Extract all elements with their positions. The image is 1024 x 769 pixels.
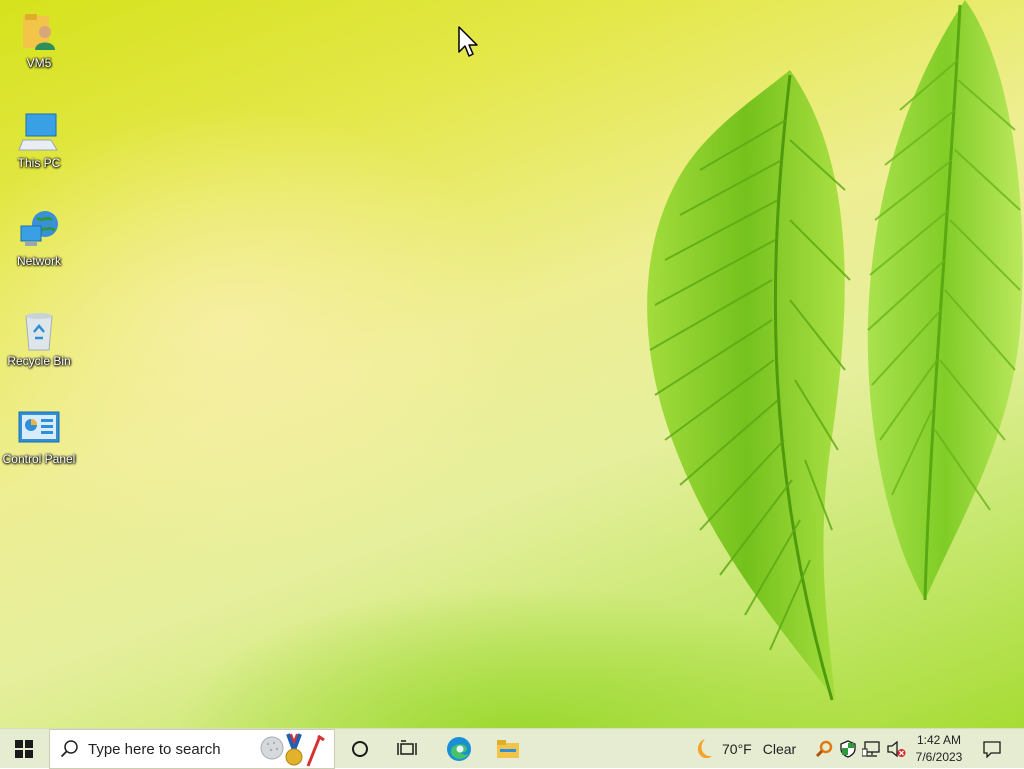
desktop-icon-control-panel[interactable]: Control Panel [0, 406, 78, 466]
taskbar-clock[interactable]: 1:42 AM 7/6/2023 [908, 732, 970, 766]
task-view-icon [397, 740, 417, 755]
leaf-wallpaper-art [647, 0, 1023, 701]
desktop-icon-label: Network [16, 254, 61, 268]
tray-volume[interactable] [884, 729, 908, 769]
taskbar: Type here to search 70°F Clear 1:42 AM 7… [0, 728, 1024, 769]
search-icon [60, 740, 78, 758]
clock-time: 1:42 AM [916, 733, 962, 747]
weather-condition: Clear [762, 741, 797, 757]
desktop-icon-label: Recycle Bin [7, 354, 71, 368]
desktop-icon-vm5[interactable]: VM5 [0, 10, 78, 70]
volume-muted-icon [887, 740, 906, 758]
moon-icon [697, 739, 712, 759]
recycle-bin-icon [25, 313, 53, 351]
file-explorer-icon [497, 740, 519, 758]
notification-icon [983, 741, 1001, 758]
search-tool-icon [815, 740, 833, 758]
computer-icon [18, 113, 58, 151]
windows-logo-icon [15, 740, 33, 758]
cortana-icon [352, 741, 368, 757]
tray-search-tool[interactable] [812, 729, 836, 769]
weather-temperature: 70°F [722, 741, 752, 757]
search-placeholder: Type here to search [88, 740, 221, 758]
file-explorer-taskbar-button[interactable] [489, 729, 527, 769]
mouse-pointer-icon [458, 26, 478, 57]
user-folder-icon [23, 14, 55, 50]
desktop-wallpaper: VM5 This PC Network Recycle Bin Control … [0, 0, 1024, 728]
edge-taskbar-button[interactable] [440, 729, 478, 769]
network-status-icon [862, 741, 880, 757]
control-panel-icon [18, 411, 60, 443]
desktop-icon-this-pc[interactable]: This PC [0, 110, 78, 170]
desktop-icon-label: This PC [17, 156, 61, 170]
edge-icon [447, 737, 471, 761]
security-shield-icon [840, 740, 856, 758]
desktop-icon-label: Control Panel [2, 452, 76, 466]
search-input[interactable]: Type here to search [49, 729, 335, 769]
search-highlight-golf-icon [260, 733, 325, 767]
system-tray [812, 729, 908, 769]
tray-network[interactable] [860, 729, 884, 769]
desktop-icon-network[interactable]: Network [0, 208, 78, 268]
task-view-button[interactable] [389, 729, 425, 769]
weather-widget[interactable]: 70°F Clear [690, 729, 796, 769]
tray-security[interactable] [836, 729, 860, 769]
start-button[interactable] [0, 729, 48, 769]
desktop-icon-label: VM5 [26, 56, 52, 70]
action-center-button[interactable] [976, 729, 1008, 769]
cortana-button[interactable] [342, 729, 378, 769]
desktop-icon-recycle-bin[interactable]: Recycle Bin [0, 308, 78, 368]
network-icon [20, 211, 58, 246]
clock-date: 7/6/2023 [915, 750, 963, 764]
